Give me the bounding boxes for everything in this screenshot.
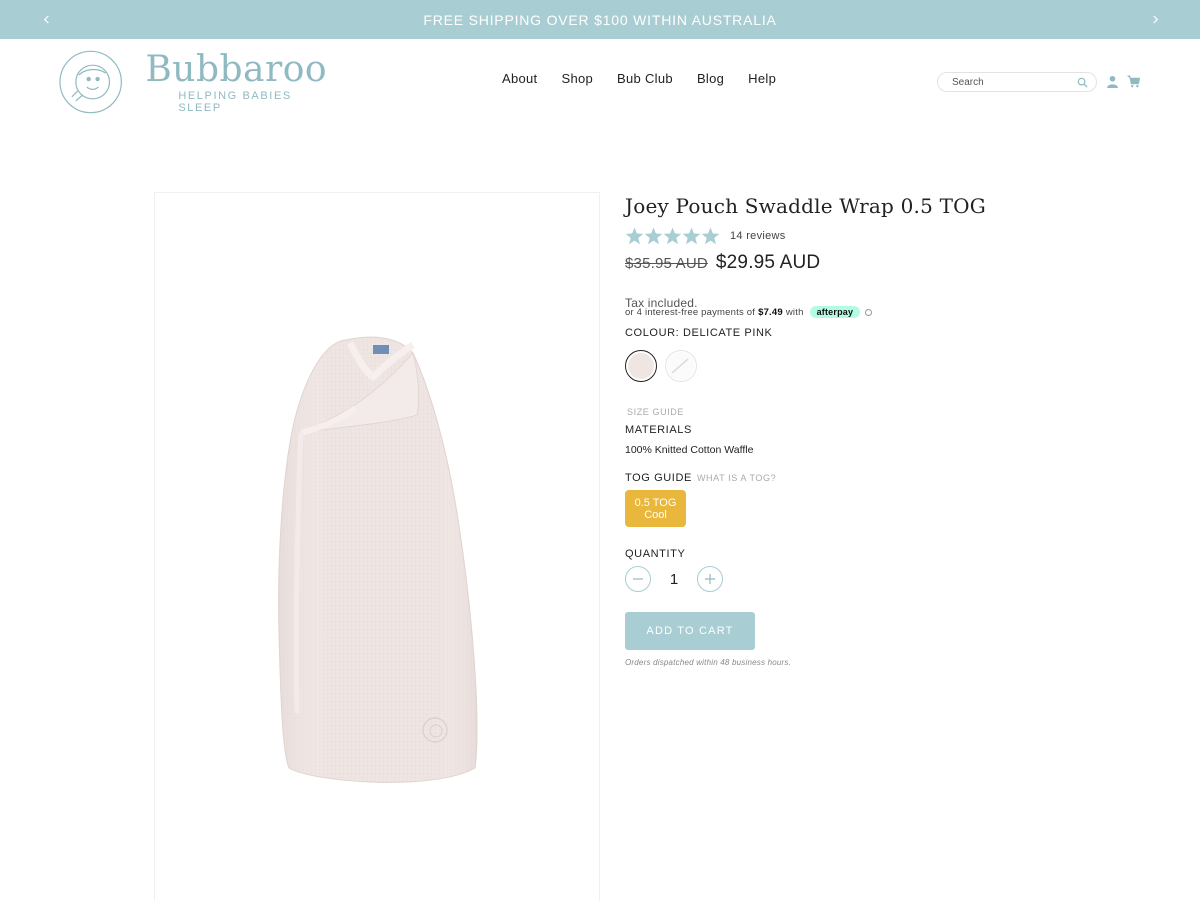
size-guide-link[interactable]: SIZE GUIDE <box>627 407 684 417</box>
tog-option-desc: Cool <box>644 508 667 521</box>
tog-guide-label: TOG GUIDE <box>625 472 692 484</box>
decrease-quantity-button[interactable] <box>625 566 651 592</box>
search-icon[interactable] <box>1077 77 1088 88</box>
quantity-label: QUANTITY <box>625 548 686 560</box>
main-nav: About Shop Bub Club Blog Help <box>502 71 800 86</box>
logo-mark-icon <box>59 50 122 114</box>
price-row: $35.95 AUD $29.95 AUD <box>625 252 820 274</box>
afterpay-with: with <box>785 306 804 318</box>
nav-item-bub-club[interactable]: Bub Club <box>617 71 673 86</box>
colour-label: COLOUR: DELICATE PINK <box>625 327 773 339</box>
review-count[interactable]: 14 reviews <box>730 230 786 242</box>
quantity-stepper: 1 <box>625 566 723 592</box>
search-box <box>937 72 1097 92</box>
afterpay-badge: afterpay <box>809 306 861 318</box>
tog-guide-row: TOG GUIDE WHAT IS A TOG? <box>625 472 776 484</box>
afterpay-message: or 4 interest-free payments of $7.49 wit… <box>625 306 873 318</box>
star-icon <box>701 227 720 245</box>
afterpay-prefix: or 4 interest-free payments of <box>625 306 756 318</box>
info-icon[interactable] <box>865 308 873 316</box>
swatch-white[interactable] <box>665 350 697 382</box>
dispatch-note: Orders dispatched within 48 business hou… <box>625 658 792 667</box>
nav-item-help[interactable]: Help <box>748 71 776 86</box>
product-title: Joey Pouch Swaddle Wrap 0.5 TOG <box>625 194 986 218</box>
materials-value: 100% Knitted Cotton Waffle <box>625 444 754 456</box>
materials-label: MATERIALS <box>625 424 692 436</box>
rating[interactable]: 14 reviews <box>625 227 786 245</box>
add-to-cart-button[interactable]: ADD TO CART <box>625 612 755 650</box>
tog-option-button[interactable]: 0.5 TOG Cool <box>625 490 686 527</box>
star-icon <box>644 227 663 245</box>
brand-tagline: HELPING BABIES SLEEP <box>178 89 292 114</box>
quantity-input[interactable]: 1 <box>651 571 697 588</box>
nav-item-about[interactable]: About <box>502 71 537 86</box>
product-gallery <box>154 192 600 901</box>
plus-icon <box>705 574 715 584</box>
chevron-right-icon[interactable] <box>1145 9 1165 29</box>
what-is-tog-link[interactable]: WHAT IS A TOG? <box>697 473 776 483</box>
afterpay-amount: $7.49 <box>758 306 783 318</box>
compare-price: $35.95 AUD <box>625 255 708 272</box>
tog-option-value: 0.5 TOG <box>634 496 677 509</box>
cart-icon[interactable] <box>1127 75 1140 88</box>
star-icon <box>682 227 701 245</box>
star-icon <box>625 227 644 245</box>
product-image[interactable] <box>155 193 601 901</box>
announcement-bar: FREE SHIPPING OVER $100 WITHIN AUSTRALIA <box>0 0 1200 39</box>
minus-icon <box>633 578 643 580</box>
brand-name: Bubbaroo <box>145 48 328 90</box>
search-input[interactable] <box>952 76 1072 88</box>
colour-swatches <box>625 350 697 382</box>
nav-item-shop[interactable]: Shop <box>561 71 593 86</box>
announcement-text: FREE SHIPPING OVER $100 WITHIN AUSTRALIA <box>423 11 777 28</box>
star-icon <box>663 227 682 245</box>
chevron-left-icon[interactable] <box>36 9 56 29</box>
account-icon[interactable] <box>1106 75 1119 88</box>
site-header: Bubbaroo HELPING BABIES SLEEP About Shop… <box>0 39 1200 129</box>
sale-price: $29.95 AUD <box>715 252 821 273</box>
increase-quantity-button[interactable] <box>697 566 723 592</box>
nav-item-blog[interactable]: Blog <box>697 71 724 86</box>
brand-logo[interactable]: Bubbaroo HELPING BABIES SLEEP <box>58 49 338 115</box>
swatch-delicate-pink[interactable] <box>625 350 657 382</box>
